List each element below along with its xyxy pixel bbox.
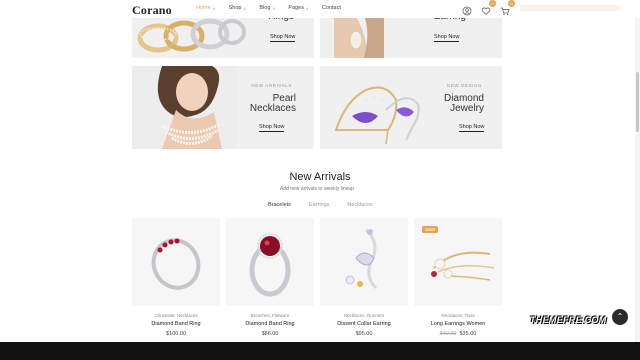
current-price: $35.00 — [459, 331, 477, 337]
diamond-shoe-image — [334, 86, 420, 145]
product-categories[interactable]: Necklaces, Tiara — [414, 313, 502, 318]
header-fade — [520, 5, 620, 11]
product-name[interactable]: Dissent Collar Earring — [320, 321, 408, 327]
product-categories[interactable]: Necklaces, Runners — [320, 313, 408, 318]
nav-pages[interactable]: Pages ∨ — [288, 5, 309, 11]
earring-image — [345, 228, 378, 290]
product-image[interactable] — [320, 218, 408, 306]
ring-image — [151, 238, 201, 290]
product-card[interactable]: Christalite, Necklaces Diamond Band Ring… — [132, 218, 220, 342]
nav-home[interactable]: Home ∨ — [196, 5, 216, 11]
tab-bracelets[interactable]: Bracelets — [268, 202, 291, 208]
scrollbar-track[interactable] — [635, 0, 640, 342]
ring-image — [249, 233, 291, 297]
tab-earrings[interactable]: Earrings — [309, 202, 329, 208]
banner-tag: NEW DESIGN — [446, 83, 482, 88]
chevron-down-icon: ∨ — [272, 5, 276, 11]
shop-now-link[interactable]: Shop Now — [270, 34, 296, 42]
product-name[interactable]: Long Earrings Women — [414, 321, 502, 327]
nav-home-label: Home — [196, 5, 211, 11]
nav-shop[interactable]: Shop ∨ — [229, 5, 247, 11]
product-image[interactable] — [226, 218, 314, 306]
chevron-down-icon: ∨ — [212, 5, 216, 11]
old-price: $40.00 — [439, 331, 457, 337]
product-tabs: Bracelets Earrings Necklaces — [268, 202, 373, 208]
current-price: $86.00 — [261, 331, 279, 337]
scrollbar-thumb[interactable] — [636, 72, 639, 132]
banner-title-line2: Necklaces — [249, 103, 296, 114]
chevron-down-icon: ∨ — [243, 5, 247, 11]
watermark: THEMEFRE.COM — [530, 315, 607, 325]
pearl-model-image — [132, 66, 237, 149]
product-card[interactable]: Necklaces, Runners Dissent Collar Earrin… — [320, 218, 408, 342]
product-price: $40.00 $35.00 — [414, 331, 502, 337]
arrow-up-icon: ⌃ — [616, 312, 624, 321]
nav-blog-label: Blog — [259, 5, 271, 11]
nav-contact[interactable]: Contact — [322, 5, 341, 11]
shop-now-link[interactable]: Shop Now — [259, 124, 285, 132]
heart-icon[interactable]: 0 — [481, 0, 496, 15]
banner-pearl-necklaces[interactable]: NEW ARRIVALS Pearl Necklaces Shop Now — [132, 66, 314, 149]
product-price: $86.00 — [226, 331, 314, 337]
header-actions: 0 0 — [462, 0, 515, 16]
nav-blog[interactable]: Blog ∨ — [259, 5, 275, 11]
video-bottom-bar — [0, 342, 640, 360]
product-card[interactable]: Brooches, Flatware Diamond Band Ring $86… — [226, 218, 314, 342]
chevron-down-icon: ∨ — [305, 5, 309, 11]
wishlist-badge: 0 — [489, 0, 496, 7]
product-price: $100.00 — [132, 331, 220, 337]
banner-diamond-jewelry[interactable]: NEW DESIGN Diamond Jewelry Shop Now — [320, 66, 502, 149]
nav-shop-label: Shop — [228, 5, 242, 11]
product-name[interactable]: Diamond Band Ring — [226, 321, 314, 327]
product-image[interactable] — [132, 218, 220, 306]
cart-icon[interactable]: 0 — [500, 0, 515, 16]
banner-title: Diamond Jewelry — [414, 94, 484, 114]
shop-now-link[interactable]: Shop Now — [434, 34, 460, 42]
section-title: New Arrivals — [289, 171, 351, 183]
product-categories[interactable]: Christalite, Necklaces — [132, 313, 220, 318]
banner-tag: NEW ARRIVALS — [251, 83, 292, 88]
nav-contact-label: Contact — [321, 5, 341, 11]
product-price: $95.00 — [320, 331, 408, 337]
current-price: $100.00 — [166, 331, 186, 337]
section-subtitle: Add new arrivals to weekly lineup — [280, 186, 354, 192]
shop-now-link[interactable]: Shop Now — [459, 124, 485, 132]
current-price: $95.00 — [355, 331, 373, 337]
product-name[interactable]: Diamond Band Ring — [132, 321, 220, 327]
sale-badge: Sale! — [422, 226, 439, 233]
banner-title-line2: Jewelry — [450, 103, 484, 114]
tab-necklaces[interactable]: Necklaces — [347, 202, 372, 208]
main-nav: Home ∨ Shop ∨ Blog ∨ Pages ∨ Contact — [196, 5, 341, 11]
product-categories[interactable]: Brooches, Flatware — [226, 313, 314, 318]
scroll-to-top-button[interactable]: ⌃ — [612, 309, 628, 325]
product-image[interactable]: Sale! — [414, 218, 502, 306]
user-icon[interactable] — [462, 3, 472, 16]
cart-badge: 0 — [508, 0, 515, 7]
nav-pages-label: Pages — [288, 5, 304, 11]
logo[interactable]: Corano — [132, 3, 172, 18]
banner-title: Pearl Necklaces — [226, 94, 296, 114]
site-header: Corano Home ∨ Shop ∨ Blog ∨ Pages ∨ Contact … — [0, 0, 640, 18]
product-card[interactable]: Sale! Necklaces, Tiara Long Earrings Wom… — [414, 218, 502, 342]
